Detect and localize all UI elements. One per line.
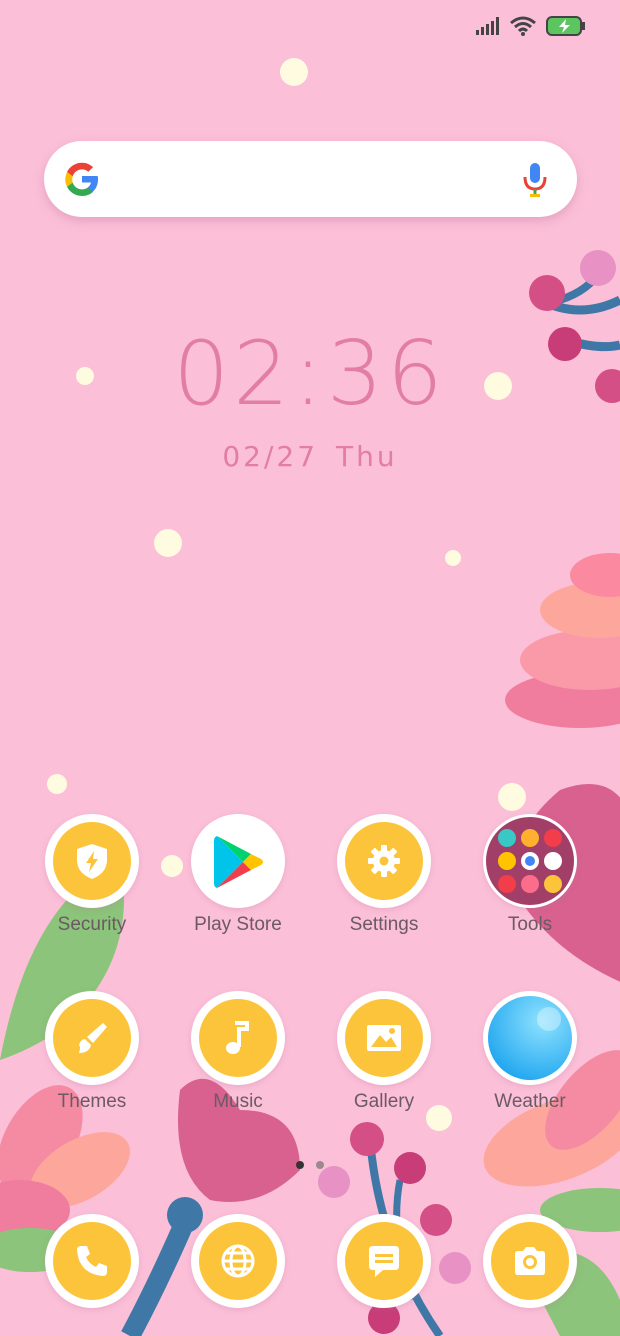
app-icon-frame (45, 991, 139, 1085)
google-search-bar[interactable] (44, 141, 577, 217)
app-label: Security (57, 914, 127, 935)
dock-phone[interactable] (22, 1214, 162, 1308)
app-icon-frame (191, 991, 285, 1085)
app-icon-frame (337, 814, 431, 908)
weather-icon (488, 996, 572, 1080)
app-label: Music (213, 1091, 263, 1112)
app-label: Settings (349, 914, 419, 935)
app-icon-frame (483, 814, 577, 908)
app-icon-bg (345, 1222, 423, 1300)
app-label: Tools (507, 914, 553, 935)
app-gallery[interactable]: Gallery (314, 991, 454, 1113)
app-themes[interactable]: Themes (22, 991, 162, 1113)
app-icon-frame (191, 814, 285, 908)
app-icon-bg (53, 1222, 131, 1300)
app-icon-bg (345, 999, 423, 1077)
clock-time[interactable]: 02:36 (0, 322, 620, 425)
page-indicator (296, 1161, 324, 1169)
camera-icon (515, 1247, 545, 1275)
phone-icon (77, 1246, 107, 1276)
signal-icon (476, 17, 499, 35)
app-icon-frame (191, 1214, 285, 1308)
app-icon-bg (53, 822, 131, 900)
brush-icon (79, 1023, 107, 1053)
music-note-icon (226, 1021, 249, 1054)
dock-messages[interactable] (314, 1214, 454, 1308)
app-icon-bg (199, 1222, 277, 1300)
google-logo-icon (65, 162, 98, 196)
page-dot-active (296, 1161, 304, 1169)
app-icon-frame (483, 991, 577, 1085)
app-play-store[interactable]: Play Store (168, 814, 308, 936)
app-icon-bg (491, 1222, 569, 1300)
app-icon-frame (45, 814, 139, 908)
app-icon-frame (483, 1214, 577, 1308)
app-icon-bg (199, 999, 277, 1077)
dock-camera[interactable] (460, 1214, 600, 1308)
app-icon-bg (345, 822, 423, 900)
app-label: Weather (494, 1091, 566, 1112)
folder-icon (498, 829, 562, 893)
dock-browser[interactable] (168, 1214, 308, 1308)
play-store-icon (214, 836, 263, 888)
shield-bolt-icon (77, 844, 107, 879)
app-label: Themes (57, 1091, 127, 1112)
app-label: Gallery (353, 1091, 415, 1112)
app-music[interactable]: Music (168, 991, 308, 1113)
date-text: 02/27 (222, 440, 319, 473)
page-dot (316, 1161, 324, 1169)
globe-icon (221, 1244, 255, 1278)
app-tools-folder[interactable]: Tools (460, 814, 600, 936)
battery-charging-icon (546, 16, 585, 36)
gear-icon (368, 845, 400, 877)
status-bar (476, 16, 586, 36)
message-icon (369, 1246, 399, 1277)
app-weather[interactable]: Weather (460, 991, 600, 1113)
image-icon (367, 1025, 401, 1051)
microphone-icon[interactable] (521, 161, 549, 199)
app-icon-frame (337, 1214, 431, 1308)
search-input[interactable] (124, 141, 497, 217)
app-security[interactable]: Security (22, 814, 162, 936)
weekday-text: Thu (336, 440, 398, 473)
app-icon-bg (53, 999, 131, 1077)
wifi-icon (510, 16, 536, 36)
app-icon-frame (45, 1214, 139, 1308)
app-settings[interactable]: Settings (314, 814, 454, 936)
app-label: Play Store (194, 914, 282, 935)
app-icon-frame (337, 991, 431, 1085)
clock-date: 02/27 Thu (0, 440, 620, 473)
